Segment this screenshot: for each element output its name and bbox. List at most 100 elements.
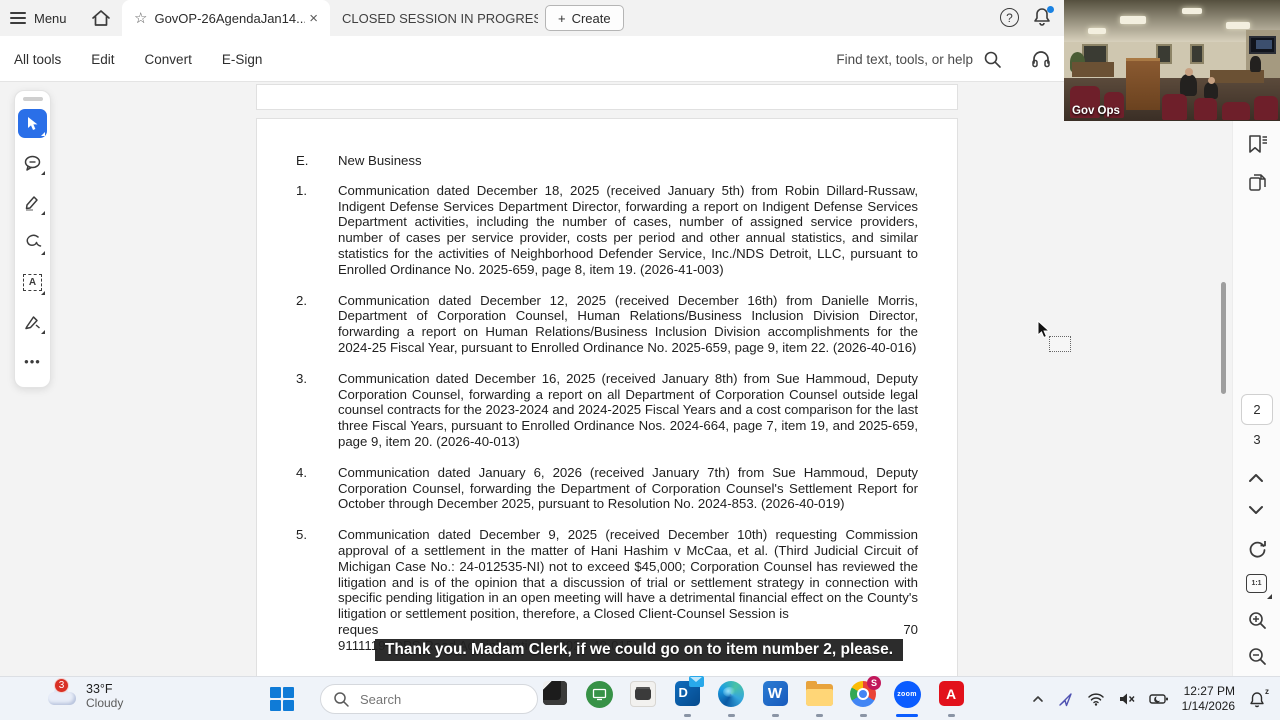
weather-condition: Cloudy xyxy=(86,696,123,710)
search-icon xyxy=(983,50,1002,69)
taskbar: 3 33°F Cloudy D W xyxy=(0,676,1280,720)
create-button[interactable]: + Create xyxy=(545,5,624,31)
clock[interactable]: 12:27 PM 1/14/2026 xyxy=(1182,684,1235,714)
chrome-icon: S xyxy=(850,681,876,707)
sleep-z-icon: z xyxy=(1265,687,1269,696)
next-page-button[interactable] xyxy=(1247,504,1267,524)
document-viewport[interactable]: E. New Business 1. Communication dated D… xyxy=(0,82,1280,676)
taskbar-app-edge[interactable] xyxy=(716,681,746,717)
page-current: E. New Business 1. Communication dated D… xyxy=(256,118,958,676)
zoom-out-button[interactable] xyxy=(1247,646,1267,666)
agenda-item: 5. Communication dated December 9, 2025 … xyxy=(296,527,916,653)
tray-date: 1/14/2026 xyxy=(1182,699,1235,714)
fountain-pen-icon xyxy=(23,312,42,331)
closed-caption-bar: Thank you. Madam Clerk, if we could go o… xyxy=(375,639,903,661)
taskbar-app-zoom[interactable]: zoom xyxy=(892,681,922,717)
taskbar-search[interactable] xyxy=(320,684,538,714)
tab-closed-session[interactable]: CLOSED SESSION IN PROGRES... xyxy=(338,0,538,36)
tray-app-icon xyxy=(630,681,656,707)
next-page-number: 3 xyxy=(1241,432,1273,447)
dark-app-icon xyxy=(543,681,567,705)
taskbar-app-word[interactable]: W xyxy=(760,681,790,717)
close-tab-icon[interactable]: × xyxy=(305,10,322,27)
plus-icon: + xyxy=(558,11,566,26)
highlighter-icon xyxy=(23,193,42,212)
taskbar-app-outlook[interactable]: D xyxy=(672,681,702,717)
notifications-button[interactable] xyxy=(1032,6,1054,30)
text-select-tool-button[interactable]: A xyxy=(18,268,47,297)
meeting-video-overlay[interactable]: Gov Ops xyxy=(1064,0,1280,121)
home-icon xyxy=(90,7,112,29)
app-window: Menu ☆ GovOP-26AgendaJan14.... × CLOSED … xyxy=(0,0,1280,720)
item-number: 2. xyxy=(296,293,338,356)
caption-text: Thank you. Madam Clerk, if we could go o… xyxy=(385,641,893,659)
home-button[interactable] xyxy=(90,7,112,29)
speaker-muted-icon xyxy=(1118,692,1136,706)
wifi-icon xyxy=(1087,692,1105,706)
tab-document-active[interactable]: ☆ GovOP-26AgendaJan14.... × xyxy=(122,0,330,36)
esign-button[interactable]: E-Sign xyxy=(222,52,263,67)
page-previous-bottom xyxy=(256,84,958,110)
video-source-label: Gov Ops xyxy=(1072,105,1120,117)
zoom-in-button[interactable] xyxy=(1247,610,1267,630)
previous-page-button[interactable] xyxy=(1247,472,1267,492)
bookmark-icon xyxy=(1247,134,1269,154)
item-text: Communication dated January 6, 2026 (rec… xyxy=(338,465,918,512)
word-icon: W xyxy=(763,681,788,706)
convert-button[interactable]: Convert xyxy=(145,52,192,67)
page-thumbnails-button[interactable] xyxy=(1247,172,1267,192)
tab2-label: CLOSED SESSION IN PROGRES... xyxy=(342,11,538,26)
pages-icon xyxy=(1247,172,1268,193)
star-icon[interactable]: ☆ xyxy=(134,9,147,27)
folder-icon xyxy=(806,684,833,706)
notification-center-button[interactable]: z xyxy=(1248,690,1266,709)
outlook-icon: D xyxy=(675,681,700,706)
battery-saver-icon xyxy=(1149,693,1169,705)
current-page-field[interactable]: 2 xyxy=(1241,394,1273,425)
taskbar-app-acrobat[interactable]: A xyxy=(936,681,966,717)
zoom-in-icon xyxy=(1247,610,1268,631)
tray-overflow-button[interactable] xyxy=(1032,693,1044,705)
taskbar-search-input[interactable] xyxy=(360,692,510,707)
read-aloud-button[interactable] xyxy=(1030,48,1052,70)
menu-button[interactable]: Menu xyxy=(10,6,67,30)
chrome-profile-badge: S xyxy=(867,676,881,690)
taskbar-app-streaming[interactable] xyxy=(584,681,614,717)
highlight-tool-button[interactable] xyxy=(18,188,47,217)
battery-button[interactable] xyxy=(1149,693,1169,705)
select-tool-button[interactable] xyxy=(18,109,47,138)
agenda-item: 3. Communication dated December 16, 2025… xyxy=(296,371,916,450)
item-text: Communication dated December 16, 2025 (r… xyxy=(338,371,918,450)
location-arrow-icon xyxy=(1057,691,1074,708)
draw-tool-button[interactable] xyxy=(18,228,47,257)
rotate-clockwise-icon xyxy=(1247,538,1268,559)
taskbar-app-dark[interactable] xyxy=(540,681,570,717)
location-indicator[interactable] xyxy=(1057,691,1074,708)
bookmarks-button[interactable] xyxy=(1247,134,1267,154)
chevron-up-icon xyxy=(1247,472,1265,484)
taskbar-app-tray[interactable] xyxy=(628,681,658,717)
edit-button[interactable]: Edit xyxy=(91,52,114,67)
help-button[interactable]: ? xyxy=(1000,8,1019,27)
volume-button[interactable] xyxy=(1118,692,1136,706)
zoom-out-icon xyxy=(1247,646,1268,667)
wifi-button[interactable] xyxy=(1087,692,1105,706)
fit-dropdown-corner xyxy=(1267,594,1272,599)
fill-sign-tool-button[interactable] xyxy=(18,308,47,337)
start-button[interactable] xyxy=(270,687,294,711)
rotate-page-button[interactable] xyxy=(1247,538,1267,558)
tray-time: 12:27 PM xyxy=(1182,684,1235,699)
page-fit-button[interactable]: 1:1 xyxy=(1246,574,1267,593)
zoom-icon: zoom xyxy=(894,681,921,708)
more-tools-button[interactable]: ••• xyxy=(18,347,47,376)
comment-tool-button[interactable] xyxy=(18,149,47,178)
item-number: 1. xyxy=(296,183,338,278)
rail-drag-handle[interactable] xyxy=(23,97,43,101)
weather-widget[interactable]: 3 33°F Cloudy xyxy=(46,682,123,710)
create-label: Create xyxy=(572,11,611,26)
taskbar-app-chrome[interactable]: S xyxy=(848,681,878,717)
all-tools-button[interactable]: All tools xyxy=(14,52,61,67)
vertical-scrollbar[interactable] xyxy=(1221,282,1226,394)
taskbar-app-file-explorer[interactable] xyxy=(804,681,834,717)
find-search-field[interactable]: Find text, tools, or help xyxy=(836,36,1002,82)
